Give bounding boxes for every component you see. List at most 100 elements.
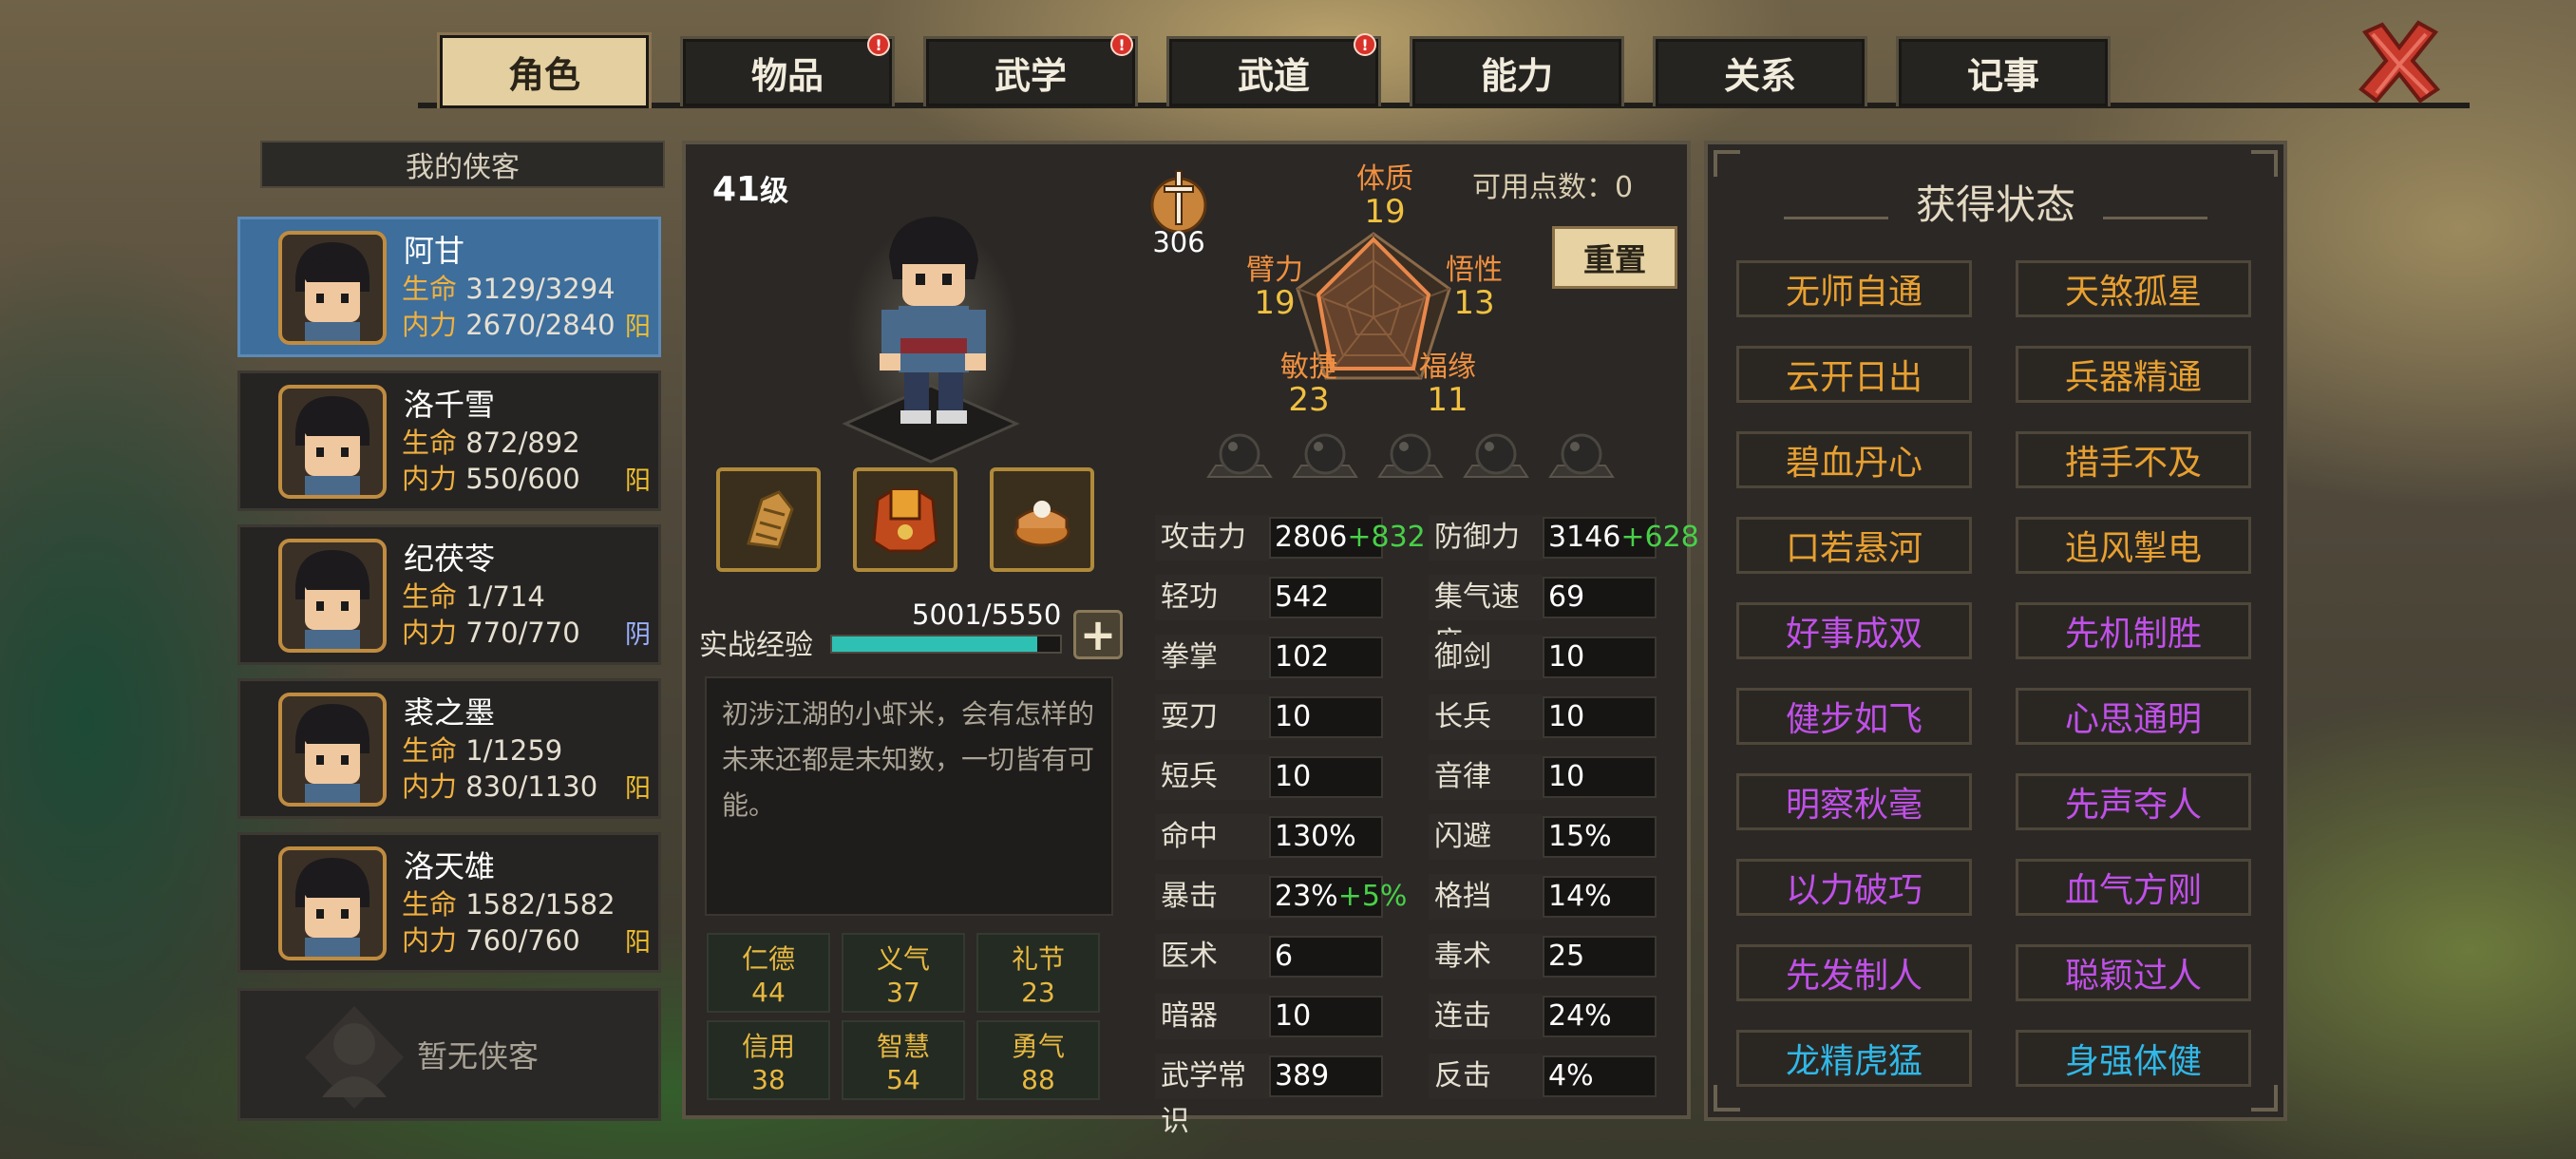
stat-row: 防御力 3146+628 bbox=[1429, 515, 1699, 560]
add-exp-button[interactable]: + bbox=[1073, 609, 1123, 660]
companion-portrait bbox=[278, 231, 387, 345]
companion-card[interactable]: 阿甘 生命 3129/3294 内力 2670/2840 阳 bbox=[237, 217, 661, 357]
status-label: 口若悬河 bbox=[1785, 529, 1923, 568]
mp-label: 内力 bbox=[402, 924, 458, 957]
status-chip[interactable]: 心思通明 bbox=[2016, 688, 2251, 745]
status-label: 聪颖过人 bbox=[2064, 957, 2202, 996]
empty-skill-orb-icon[interactable] bbox=[1461, 429, 1531, 486]
status-label: 龙精虎猛 bbox=[1785, 1042, 1923, 1081]
notification-badge-icon: ! bbox=[1110, 33, 1133, 56]
tab-3[interactable]: 武道! bbox=[1166, 33, 1381, 106]
portrait-face-icon bbox=[295, 704, 369, 803]
attr-strength: 臂力 19 bbox=[1237, 255, 1313, 320]
stat-value: 23% bbox=[1275, 880, 1338, 913]
stat-bonus: +5% bbox=[1337, 880, 1408, 913]
status-chip[interactable]: 天煞孤星 bbox=[2016, 260, 2251, 317]
status-label: 健步如飞 bbox=[1785, 700, 1923, 739]
empty-skill-orb-icon[interactable] bbox=[1546, 429, 1617, 486]
companion-card[interactable]: 洛千雪 生命 872/892 内力 550/600 阳 bbox=[237, 370, 661, 511]
exp-bar-fill bbox=[832, 636, 1038, 652]
virtue-value: 37 bbox=[886, 977, 920, 1008]
equip-slot-armor[interactable] bbox=[853, 467, 957, 572]
status-chip[interactable]: 聪颖过人 bbox=[2016, 944, 2251, 1001]
close-icon[interactable] bbox=[2354, 15, 2445, 106]
tab-4[interactable]: 能力 bbox=[1410, 36, 1624, 106]
tab-0[interactable]: 角色 bbox=[437, 32, 652, 108]
stat-label: 长兵 bbox=[1429, 694, 1543, 740]
stat-label: 御剑 bbox=[1429, 635, 1543, 680]
virtue-label: 仁德 bbox=[741, 943, 795, 975]
status-label: 先声夺人 bbox=[2064, 786, 2202, 825]
hp-value: 872/892 bbox=[465, 427, 580, 459]
companion-portrait bbox=[278, 385, 387, 499]
available-points: 可用点数：0 bbox=[1472, 163, 1633, 205]
companion-card[interactable]: 纪茯苓 生命 1/714 内力 770/770 阴 bbox=[237, 524, 661, 665]
status-chip[interactable]: 云开日出 bbox=[1736, 346, 1972, 403]
stat-value-box: 23%+5% bbox=[1269, 876, 1407, 918]
stat-value: 10 bbox=[1548, 640, 1585, 674]
status-label: 无师自通 bbox=[1785, 273, 1923, 312]
status-chip[interactable]: 好事成双 bbox=[1736, 602, 1972, 659]
status-chip[interactable]: 碧血丹心 bbox=[1736, 431, 1972, 488]
stat-label: 命中 bbox=[1155, 814, 1269, 860]
tab-label: 记事 bbox=[1966, 55, 2039, 97]
stat-value-box: 10 bbox=[1543, 636, 1657, 678]
tab-2[interactable]: 武学! bbox=[923, 33, 1138, 106]
reset-button[interactable]: 重置 bbox=[1552, 226, 1677, 289]
mp-label: 内力 bbox=[402, 617, 458, 649]
stat-value-box: 3146+628 bbox=[1543, 517, 1699, 559]
gauntlet-icon bbox=[747, 490, 794, 549]
virtue-value: 23 bbox=[1021, 977, 1055, 1008]
status-chip[interactable]: 口若悬河 bbox=[1736, 517, 1972, 574]
status-chip[interactable]: 以力破巧 bbox=[1736, 859, 1972, 916]
status-chip[interactable]: 无师自通 bbox=[1736, 260, 1972, 317]
equip-slot-gloves[interactable] bbox=[716, 467, 821, 572]
stat-label: 格挡 bbox=[1429, 874, 1543, 920]
companion-card[interactable]: 洛天雄 生命 1582/1582 内力 760/760 阳 bbox=[237, 832, 661, 973]
stat-label: 武学常识 bbox=[1155, 1054, 1269, 1138]
stat-value-box: 10 bbox=[1543, 696, 1657, 738]
stat-value-box: 15% bbox=[1543, 816, 1657, 858]
companion-name: 裘之墨 bbox=[404, 694, 496, 731]
status-chip[interactable]: 先机制胜 bbox=[2016, 602, 2251, 659]
stat-value: 6 bbox=[1275, 940, 1294, 973]
stat-label: 拳掌 bbox=[1155, 635, 1269, 680]
companion-name: 阿甘 bbox=[404, 233, 465, 269]
status-label: 身强体健 bbox=[2064, 1042, 2202, 1081]
companion-portrait bbox=[278, 846, 387, 960]
virtue-label: 信用 bbox=[741, 1031, 795, 1062]
stat-row: 暗器 10 bbox=[1155, 994, 1383, 1039]
stat-value-box: 10 bbox=[1543, 756, 1657, 798]
empty-skill-orb-icon[interactable] bbox=[1375, 429, 1446, 486]
status-chip[interactable]: 龙精虎猛 bbox=[1736, 1030, 1972, 1087]
tab-1[interactable]: 物品! bbox=[680, 33, 895, 106]
attr-constitution-label: 体质 bbox=[1356, 162, 1413, 196]
status-chip[interactable]: 血气方刚 bbox=[2016, 859, 2251, 916]
status-chip[interactable]: 措手不及 bbox=[2016, 431, 2251, 488]
status-chip[interactable]: 先发制人 bbox=[1736, 944, 1972, 1001]
status-label: 血气方刚 bbox=[2064, 871, 2202, 910]
virtue-label: 礼节 bbox=[1011, 943, 1065, 975]
stat-value: 24% bbox=[1548, 999, 1612, 1033]
stat-value-box: 542 bbox=[1269, 577, 1383, 618]
hp-value: 1582/1582 bbox=[465, 888, 616, 921]
status-chip[interactable]: 追风掣电 bbox=[2016, 517, 2251, 574]
status-chip[interactable]: 兵器精通 bbox=[2016, 346, 2251, 403]
tab-6[interactable]: 记事 bbox=[1896, 36, 2111, 106]
status-chip[interactable]: 先声夺人 bbox=[2016, 773, 2251, 830]
status-chip[interactable]: 健步如飞 bbox=[1736, 688, 1972, 745]
tab-5[interactable]: 关系 bbox=[1653, 36, 1867, 106]
empty-companion-slot[interactable]: 暂无侠客 bbox=[237, 988, 661, 1121]
empty-skill-orb-icon[interactable] bbox=[1290, 429, 1360, 486]
stat-value-box: 2806+832 bbox=[1269, 517, 1426, 559]
hp-label: 生命 bbox=[402, 734, 458, 767]
equip-slot-accessory[interactable] bbox=[990, 467, 1094, 572]
status-chip[interactable]: 身强体健 bbox=[2016, 1030, 2251, 1087]
companions-header: 我的侠客 bbox=[260, 141, 665, 188]
status-label: 以力破巧 bbox=[1785, 871, 1923, 910]
status-chip[interactable]: 明察秋毫 bbox=[1736, 773, 1972, 830]
empty-skill-orb-icon[interactable] bbox=[1204, 429, 1275, 486]
stat-value: 10 bbox=[1275, 760, 1312, 793]
companion-card[interactable]: 裘之墨 生命 1/1259 内力 830/1130 阳 bbox=[237, 678, 661, 819]
hp-value: 1/714 bbox=[465, 580, 545, 613]
